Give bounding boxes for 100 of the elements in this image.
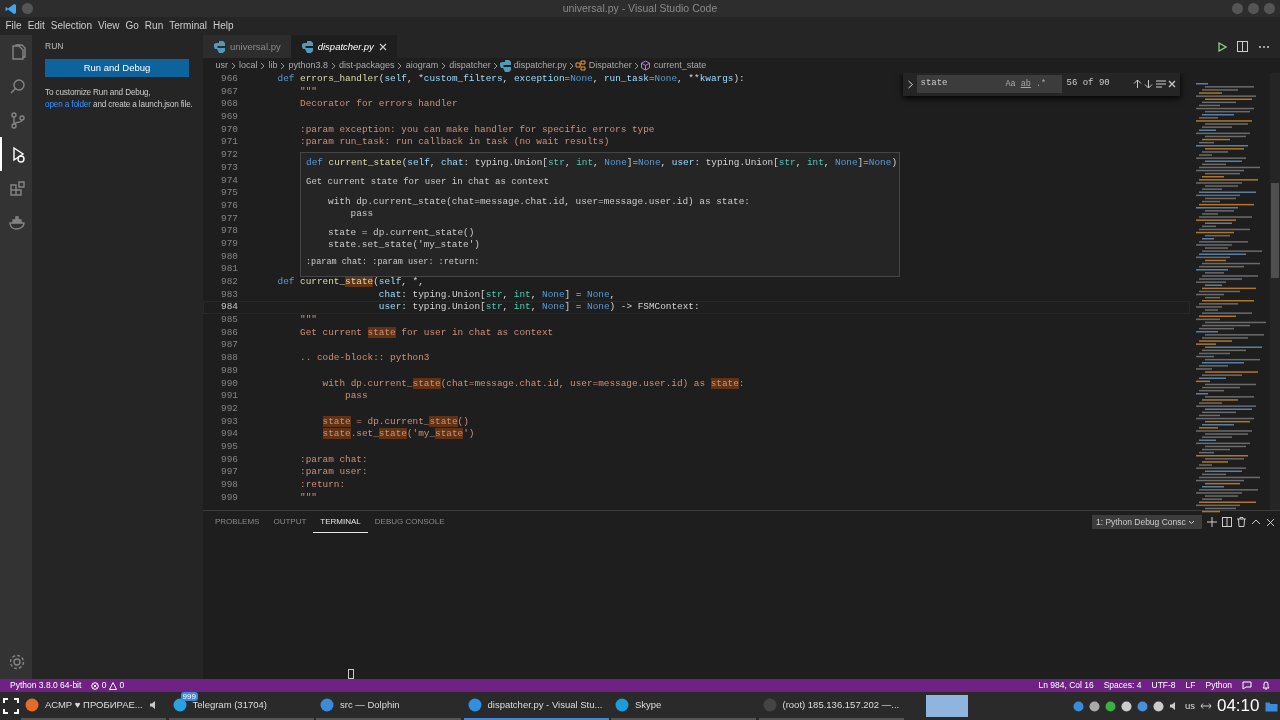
hover-code-line: state = dp.current_state(): [328, 226, 476, 240]
line-number: 995: [220, 440, 238, 454]
panel-tab[interactable]: OUTPUT: [266, 511, 314, 533]
breadcrumb-item[interactable]: aiogram: [403, 58, 441, 73]
status-item[interactable]: Python: [1205, 679, 1232, 692]
run-and-debug-button[interactable]: Run and Debug: [45, 58, 189, 77]
breadcrumb-item[interactable]: dispatcher: [446, 58, 494, 73]
breadcrumb-item[interactable]: python3.8: [286, 58, 331, 73]
tray-icon[interactable]: [1136, 700, 1148, 712]
taskbar-item[interactable]: АСМР ♥ ПРОБИРАЕ...: [21, 692, 166, 720]
panel-tab[interactable]: DEBUG CONSOLE: [367, 511, 452, 533]
more-icon[interactable]: [1258, 44, 1270, 49]
status-item[interactable]: Spaces: 4: [1103, 679, 1142, 692]
chevron-icon: [569, 61, 576, 70]
trash-icon[interactable]: [1237, 517, 1246, 527]
line-number: 971: [220, 136, 238, 150]
find-field[interactable]: state Aa ab .*: [916, 75, 1062, 93]
tray-icon[interactable]: [1120, 700, 1132, 712]
scrollbar-thumb[interactable]: [1271, 183, 1279, 278]
menu-item[interactable]: Selection: [47, 17, 95, 35]
app-icon: [615, 698, 629, 712]
taskbar-item[interactable]: (root) 185.136.157.202 —...: [758, 692, 904, 720]
app-icon: [320, 698, 334, 712]
menu-item[interactable]: File: [2, 17, 25, 35]
sidebar-title: RUN: [45, 40, 65, 53]
close-icon[interactable]: [1266, 517, 1275, 527]
panel-tab[interactable]: TERMINAL: [313, 511, 368, 533]
network-icon[interactable]: [1199, 702, 1212, 710]
taskbar-item[interactable]: dispatcher.py - Visual Stu...: [463, 692, 609, 720]
code-line: def errors_handler(self, *custom_filters, exception=None, run_task=None, **kwargs):: [276, 73, 745, 86]
caret-icon: [1188, 519, 1196, 525]
plus-icon[interactable]: [1207, 517, 1217, 527]
warning-icon: [109, 681, 118, 690]
tray-icon[interactable]: [1104, 700, 1116, 712]
breadcrumb-item[interactable]: dispatcher.py: [511, 58, 570, 73]
regex-toggle[interactable]: .*: [1035, 77, 1047, 91]
taskbar-item[interactable]: src — Dolphin: [316, 692, 461, 720]
line-number: 974: [220, 174, 238, 188]
fullscreen-icon[interactable]: [2, 698, 19, 714]
editor-tab[interactable]: dispatcher.py: [290, 35, 397, 58]
down-arrow-icon[interactable]: [1144, 79, 1153, 89]
code-line: chat: typing.Union[str, int, None] = None,: [377, 288, 616, 302]
split-editor-icon[interactable]: [1237, 41, 1248, 52]
status-item[interactable]: LF: [1185, 679, 1196, 692]
line-number: 987: [220, 339, 238, 353]
bell-icon[interactable]: [1262, 681, 1270, 690]
breadcrumb-item[interactable]: Dispatcher: [586, 58, 635, 73]
tray-icon[interactable]: [1072, 700, 1084, 712]
tray-icon[interactable]: [1152, 700, 1164, 712]
app-icon: [467, 698, 482, 712]
menu-item[interactable]: Go: [122, 17, 142, 35]
app-icon: [172, 698, 187, 712]
run-icon[interactable]: [1217, 41, 1227, 52]
status-item[interactable]: Ln 984, Col 16: [1038, 679, 1094, 692]
tray-icon[interactable]: [1088, 700, 1100, 712]
editor-tab[interactable]: universal.py: [203, 35, 291, 58]
terminal-select[interactable]: 1: Python Debug Consc: [1092, 515, 1202, 529]
error-count: 0: [101, 679, 107, 692]
line-number: 968: [220, 98, 238, 112]
match-case-toggle[interactable]: Aa: [1005, 77, 1016, 91]
close-icon[interactable]: [378, 42, 387, 51]
keyboard-layout[interactable]: us: [1184, 698, 1195, 714]
split-icon[interactable]: [1222, 517, 1232, 527]
up-arrow-icon[interactable]: [1132, 79, 1142, 89]
warning-count: 0: [119, 679, 125, 692]
line-number: 981: [220, 263, 238, 276]
folder-icon[interactable]: [1264, 700, 1278, 712]
whole-word-toggle[interactable]: ab: [1020, 77, 1031, 91]
menu-item[interactable]: View: [95, 17, 123, 35]
panel-tab[interactable]: PROBLEMS: [208, 511, 267, 533]
hover-code-line: pass: [349, 208, 374, 221]
breadcrumb-item[interactable]: local: [236, 58, 261, 73]
chevron-up-icon[interactable]: [1251, 519, 1261, 525]
menu-item[interactable]: Terminal: [166, 17, 210, 35]
breadcrumb-item[interactable]: current_state: [651, 58, 709, 73]
settings-icon[interactable]: [8, 653, 26, 671]
python-interpreter[interactable]: Python 3.8.0 64-bit: [10, 679, 82, 692]
open-folder-link[interactable]: open a folder: [45, 99, 91, 109]
hover-description: Get current state for user in chat as context: [306, 176, 551, 190]
extensions-icon[interactable]: [7, 178, 27, 198]
problems-indicator[interactable]: 0 0: [91, 679, 125, 692]
breadcrumb-item[interactable]: usr: [213, 58, 231, 73]
code-line: :param exception: you can make handler for specific errors type: [299, 123, 655, 137]
close-icon[interactable]: [1168, 80, 1176, 88]
taskbar-item[interactable]: 999 Telegram (31704): [168, 692, 314, 720]
clock[interactable]: 04:10: [1216, 693, 1260, 719]
breadcrumb-item[interactable]: lib: [266, 58, 281, 73]
selection-icon[interactable]: [1155, 80, 1166, 88]
code-line: """: [299, 85, 317, 99]
chevron-icon[interactable]: [907, 79, 914, 89]
feedback-icon[interactable]: [1242, 681, 1252, 690]
breadcrumb-item[interactable]: dist-packages: [336, 58, 398, 73]
menu-item[interactable]: Edit: [24, 17, 48, 35]
status-item[interactable]: UTF-8: [1151, 679, 1176, 692]
menu-item[interactable]: Help: [210, 17, 237, 35]
taskbar-item[interactable]: Skype: [611, 692, 756, 720]
line-number: 977: [220, 212, 238, 226]
code-line: """: [299, 314, 317, 327]
code-line: Decorator for errors handler: [299, 98, 458, 112]
menu-item[interactable]: Run: [141, 17, 167, 35]
